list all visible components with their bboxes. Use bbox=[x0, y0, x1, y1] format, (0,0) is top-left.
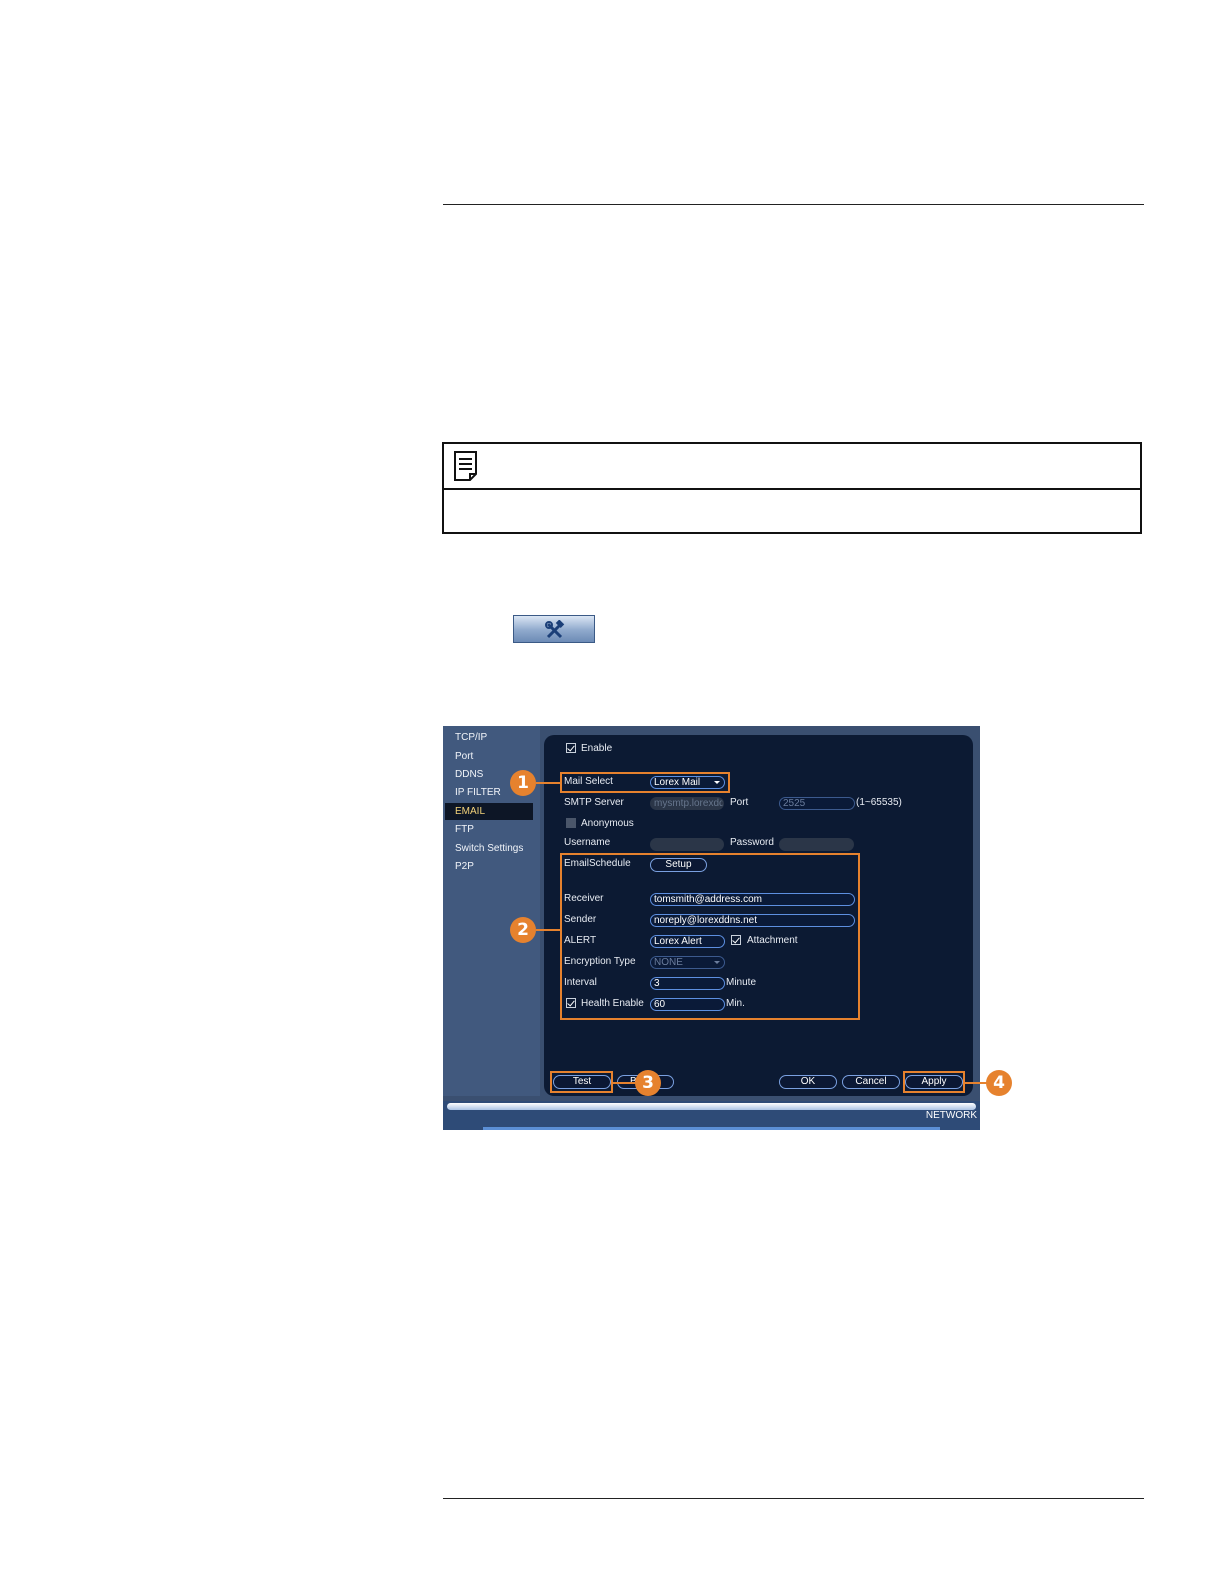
tools-icon bbox=[545, 620, 565, 639]
note-box bbox=[442, 442, 1142, 534]
sidebar-item-email[interactable]: EMAIL bbox=[445, 803, 533, 820]
callout-1-line bbox=[536, 782, 562, 784]
enable-label: Enable bbox=[581, 743, 613, 754]
top-rule bbox=[443, 204, 1144, 205]
anonymous-label: Anonymous bbox=[581, 818, 634, 829]
sidebar-item-ftp[interactable]: FTP bbox=[455, 824, 474, 835]
callout-3-line bbox=[611, 1082, 637, 1084]
port-label: Port bbox=[730, 797, 749, 808]
enable-checkbox[interactable] bbox=[566, 743, 576, 753]
callout-2-line bbox=[536, 929, 562, 931]
port-field: 2525 bbox=[779, 797, 855, 810]
network-email-screenshot: TCP/IP Port DDNS IP FILTER EMAIL FTP Swi… bbox=[443, 726, 980, 1130]
highlight-test-button bbox=[550, 1071, 613, 1093]
cancel-button[interactable]: Cancel bbox=[842, 1075, 900, 1089]
status-bar: NETWORK bbox=[443, 1101, 980, 1130]
smtp-server-label: SMTP Server bbox=[564, 797, 624, 808]
username-label: Username bbox=[564, 837, 611, 848]
callout-4: 4 bbox=[986, 1070, 1012, 1096]
status-bar-shine bbox=[447, 1103, 976, 1110]
sidebar-item-port[interactable]: Port bbox=[455, 751, 473, 762]
sidebar-item-ddns[interactable]: DDNS bbox=[455, 769, 483, 780]
ok-button[interactable]: OK bbox=[779, 1075, 837, 1089]
password-field bbox=[779, 838, 854, 851]
port-range: (1~65535) bbox=[856, 797, 902, 808]
password-label: Password bbox=[730, 837, 774, 848]
note-icon bbox=[454, 451, 477, 481]
highlight-email-details bbox=[560, 853, 860, 1020]
sidebar-item-tcpip[interactable]: TCP/IP bbox=[455, 732, 487, 743]
bottom-rule bbox=[443, 1498, 1144, 1499]
callout-2: 2 bbox=[510, 917, 536, 943]
smtp-server-field: mysmtp.lorexdd bbox=[650, 797, 724, 810]
callout-4-line bbox=[964, 1082, 988, 1084]
sidebar-item-switch-settings[interactable]: Switch Settings bbox=[455, 843, 523, 854]
status-bar-glow bbox=[483, 1127, 940, 1130]
sidebar-item-ip-filter[interactable]: IP FILTER bbox=[455, 787, 501, 798]
sidebar-item-p2p[interactable]: P2P bbox=[455, 861, 474, 872]
note-divider bbox=[444, 488, 1140, 490]
highlight-mail-select bbox=[560, 772, 730, 793]
highlight-apply-button bbox=[903, 1071, 965, 1093]
callout-3: 3 bbox=[635, 1070, 661, 1096]
tools-button[interactable] bbox=[513, 615, 595, 643]
callout-1: 1 bbox=[510, 770, 536, 796]
anonymous-checkbox bbox=[566, 818, 576, 828]
username-field bbox=[650, 838, 724, 851]
network-label: NETWORK bbox=[925, 1110, 977, 1121]
